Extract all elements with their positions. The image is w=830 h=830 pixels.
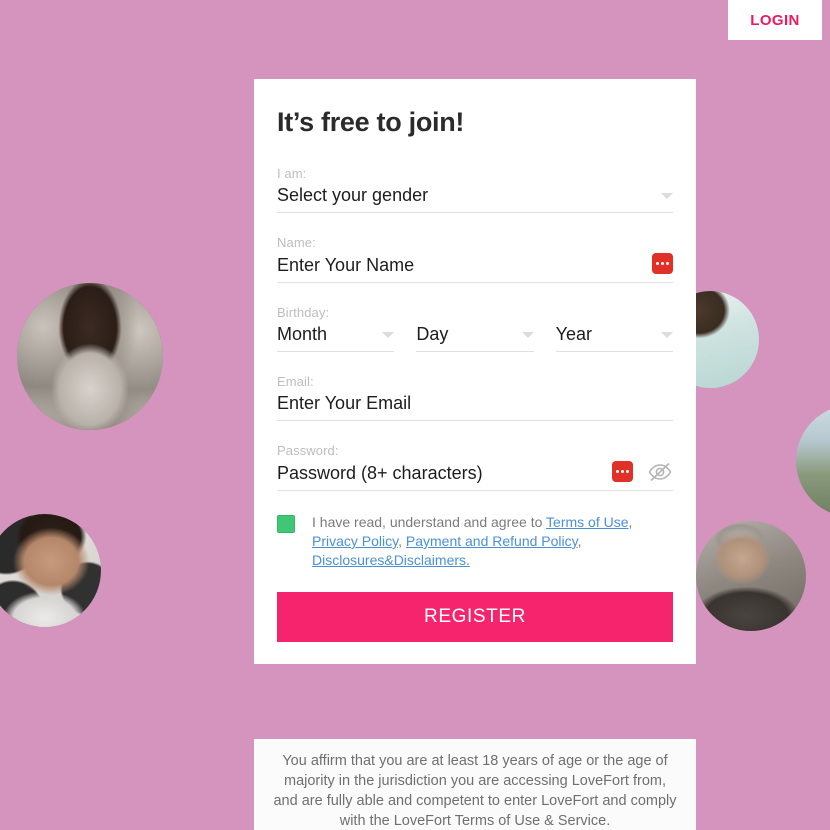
link-payment-refund-policy[interactable]: Payment and Refund Policy: [406, 533, 578, 549]
password-manager-icon[interactable]: [652, 253, 673, 274]
field-password: Password: Password (8+ characters): [277, 443, 673, 491]
password-label: Password:: [277, 443, 339, 458]
register-button[interactable]: REGISTER: [277, 592, 673, 642]
chevron-down-icon: [521, 332, 534, 338]
birthday-month-value: Month: [277, 324, 328, 344]
field-name: Name: Enter Your Name: [277, 235, 673, 283]
field-email: Email: Enter Your Email: [277, 374, 673, 421]
terms-text: I have read, understand and agree to Ter…: [312, 513, 673, 570]
avatar-image: [696, 521, 806, 631]
chevron-down-icon: [382, 332, 395, 338]
avatar-woman-outdoors: [796, 405, 830, 517]
age-disclaimer-panel: You affirm that you are at least 18 year…: [254, 739, 696, 830]
birthday-row: Month Day Year: [277, 323, 673, 352]
gender-value: Select your gender: [277, 185, 429, 205]
chevron-down-icon: [661, 193, 673, 199]
password-input-wrapper[interactable]: Password (8+ characters): [277, 461, 673, 491]
email-label: Email:: [277, 374, 314, 389]
avatar-image: [0, 514, 101, 627]
avatar-woman-long-hair: [17, 283, 163, 430]
avatar-image: [17, 283, 163, 430]
name-input[interactable]: Enter Your Name: [277, 254, 652, 276]
link-disclosures-disclaimers[interactable]: Disclosures&Disclaimers.: [312, 552, 470, 568]
birthday-month-select[interactable]: Month: [277, 323, 395, 352]
terms-sep-2: ,: [398, 533, 406, 549]
login-button[interactable]: LOGIN: [728, 0, 822, 40]
avatar-woman-on-phone: [0, 514, 101, 627]
birthday-year-select[interactable]: Year: [555, 323, 673, 352]
birthday-day-select[interactable]: Day: [416, 323, 534, 352]
gender-select[interactable]: Select your gender: [277, 184, 673, 213]
birthday-day-col: Day: [416, 323, 534, 352]
login-button-label: LOGIN: [750, 11, 800, 29]
field-gender: I am: Select your gender: [277, 166, 673, 213]
chevron-down-icon: [660, 332, 673, 338]
email-input[interactable]: Enter Your Email: [277, 392, 673, 414]
birthday-month-col: Month: [277, 323, 395, 352]
name-input-wrapper[interactable]: Enter Your Name: [277, 253, 673, 283]
field-birthday: Birthday: Month Day Year: [277, 305, 673, 352]
page-title: It’s free to join!: [277, 107, 465, 137]
terms-agreement: I have read, understand and agree to Ter…: [277, 513, 673, 570]
birthday-year-col: Year: [555, 323, 673, 352]
link-terms-of-use[interactable]: Terms of Use: [546, 514, 628, 530]
terms-sep-3: ,: [577, 533, 582, 549]
password-input[interactable]: Password (8+ characters): [277, 462, 612, 484]
name-label: Name:: [277, 235, 316, 250]
terms-sep-1: ,: [628, 514, 633, 530]
avatar-image: [796, 405, 830, 517]
avatar-older-man-glasses: [696, 521, 806, 631]
birthday-label: Birthday:: [277, 305, 330, 320]
birthday-day-value: Day: [416, 324, 449, 344]
terms-intro: I have read, understand and agree to: [312, 514, 547, 530]
terms-checkbox[interactable]: [277, 515, 295, 533]
eye-slash-icon[interactable]: [647, 461, 673, 483]
email-input-wrapper[interactable]: Enter Your Email: [277, 392, 673, 421]
age-disclaimer-text: You affirm that you are at least 18 year…: [273, 753, 677, 829]
registration-card: It’s free to join! I am: Select your gen…: [254, 79, 696, 664]
link-privacy-policy[interactable]: Privacy Policy: [312, 533, 398, 549]
birthday-year-value: Year: [555, 324, 593, 344]
password-manager-icon[interactable]: [612, 461, 633, 482]
gender-label: I am:: [277, 166, 307, 181]
